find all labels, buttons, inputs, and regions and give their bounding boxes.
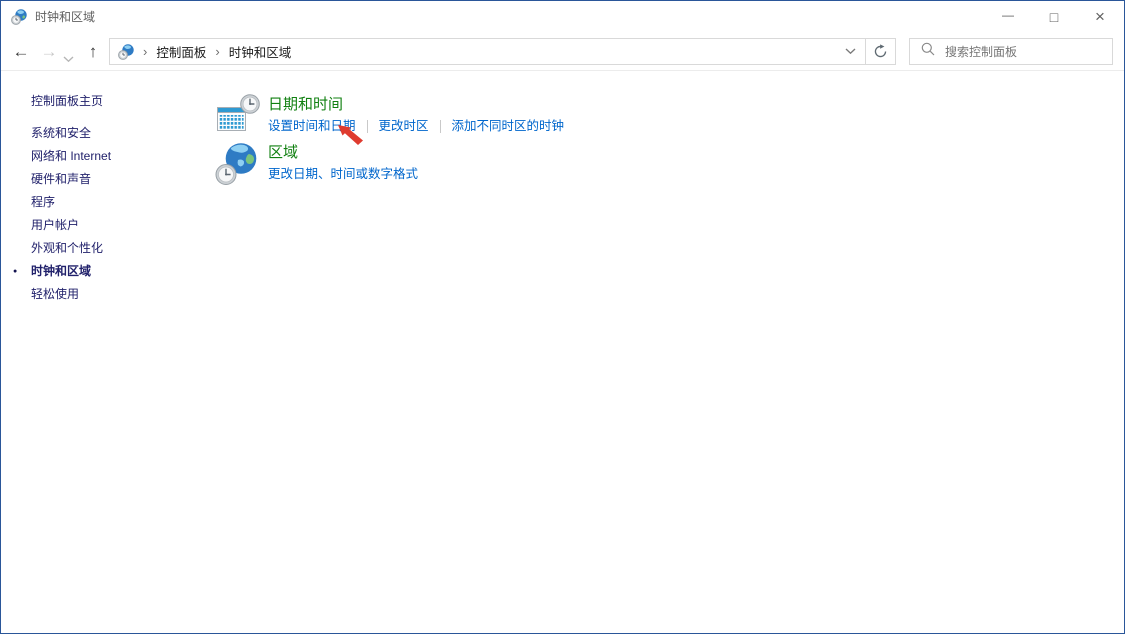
active-item-bullet-icon: ●: [13, 260, 17, 283]
recent-pages-dropdown[interactable]: [63, 50, 75, 58]
sidebar-item-hardware-sound[interactable]: 硬件和声音: [31, 168, 111, 191]
minimize-button[interactable]: —: [985, 1, 1031, 32]
sidebar-item-network-internet[interactable]: 网络和 Internet: [31, 145, 111, 168]
category-title-date-and-time[interactable]: 日期和时间: [268, 95, 343, 114]
breadcrumb-clock-and-region[interactable]: 时钟和区域: [229, 42, 292, 61]
category-title-region[interactable]: 区域: [268, 143, 298, 162]
annotation-arrow: [337, 124, 365, 148]
window-controls: — □ ×: [985, 1, 1123, 32]
chevron-down-icon: [63, 56, 74, 63]
sidebar-item-appearance-personalization[interactable]: 外观和个性化: [31, 237, 111, 260]
titlebar: 时钟和区域 — □ ×: [1, 1, 1124, 33]
task-separator: [367, 120, 368, 133]
sidebar-item-control-panel-home[interactable]: 控制面板主页: [31, 90, 111, 113]
control-panel-window: 时钟和区域 — □ × ← → ↑: [0, 0, 1125, 634]
refresh-icon: [873, 44, 888, 59]
breadcrumb-separator: ›: [215, 44, 219, 59]
forward-icon: →: [41, 42, 58, 62]
clock-region-app-icon: [11, 9, 27, 25]
maximize-button[interactable]: □: [1031, 1, 1077, 32]
address-dropdown-button[interactable]: [835, 39, 865, 64]
sidebar-item-user-accounts[interactable]: 用户帐户: [31, 214, 111, 237]
close-button[interactable]: ×: [1077, 1, 1123, 32]
date-time-task-links: 设置时间和日期 更改时区 添加不同时区的时钟: [268, 118, 564, 134]
task-separator: [440, 120, 441, 133]
sidebar-item-system-security[interactable]: 系统和安全: [31, 122, 111, 145]
up-button[interactable]: ↑: [81, 33, 105, 71]
window-title: 时钟和区域: [35, 1, 95, 33]
task-link-change-time-zone[interactable]: 更改时区: [379, 118, 429, 134]
close-icon: ×: [1095, 7, 1105, 27]
back-icon: ←: [13, 42, 30, 62]
breadcrumb-control-panel[interactable]: 控制面板: [156, 42, 206, 61]
up-icon: ↑: [89, 42, 98, 62]
content-area: 控制面板主页 系统和安全 网络和 Internet 硬件和声音 程序 用户帐户 …: [1, 72, 1124, 633]
minimize-icon: —: [1002, 8, 1014, 22]
search-box: [909, 38, 1113, 65]
main-panel: 日期和时间 设置时间和日期 更改时区 添加不同时区的时钟: [216, 72, 1124, 633]
sidebar-item-clock-region[interactable]: ● 时钟和区域: [31, 260, 111, 283]
chevron-down-icon: [845, 48, 856, 55]
region-task-links: 更改日期、时间或数字格式: [268, 166, 418, 182]
sidebar-item-programs[interactable]: 程序: [31, 191, 111, 214]
location-icon: [118, 44, 134, 60]
task-link-add-clocks-for-different-time-zones[interactable]: 添加不同时区的时钟: [452, 118, 565, 134]
search-input[interactable]: [945, 45, 1112, 59]
search-icon: [921, 42, 935, 61]
navigation-bar: ← → ↑ › 控制面板 ›: [1, 33, 1124, 71]
back-button[interactable]: ←: [9, 33, 33, 71]
address-bar[interactable]: › 控制面板 › 时钟和区域: [109, 38, 866, 65]
sidebar: 控制面板主页 系统和安全 网络和 Internet 硬件和声音 程序 用户帐户 …: [31, 90, 111, 306]
sidebar-item-ease-of-access[interactable]: 轻松使用: [31, 283, 111, 306]
sidebar-item-label: 时钟和区域: [31, 264, 91, 278]
task-link-change-date-time-or-number-formats[interactable]: 更改日期、时间或数字格式: [268, 166, 418, 182]
calendar-clock-icon[interactable]: [216, 94, 260, 138]
globe-clock-icon[interactable]: [214, 142, 258, 186]
forward-button[interactable]: →: [37, 33, 61, 71]
maximize-icon: □: [1050, 9, 1058, 25]
breadcrumb-separator: ›: [143, 44, 147, 59]
refresh-button[interactable]: [865, 38, 896, 65]
